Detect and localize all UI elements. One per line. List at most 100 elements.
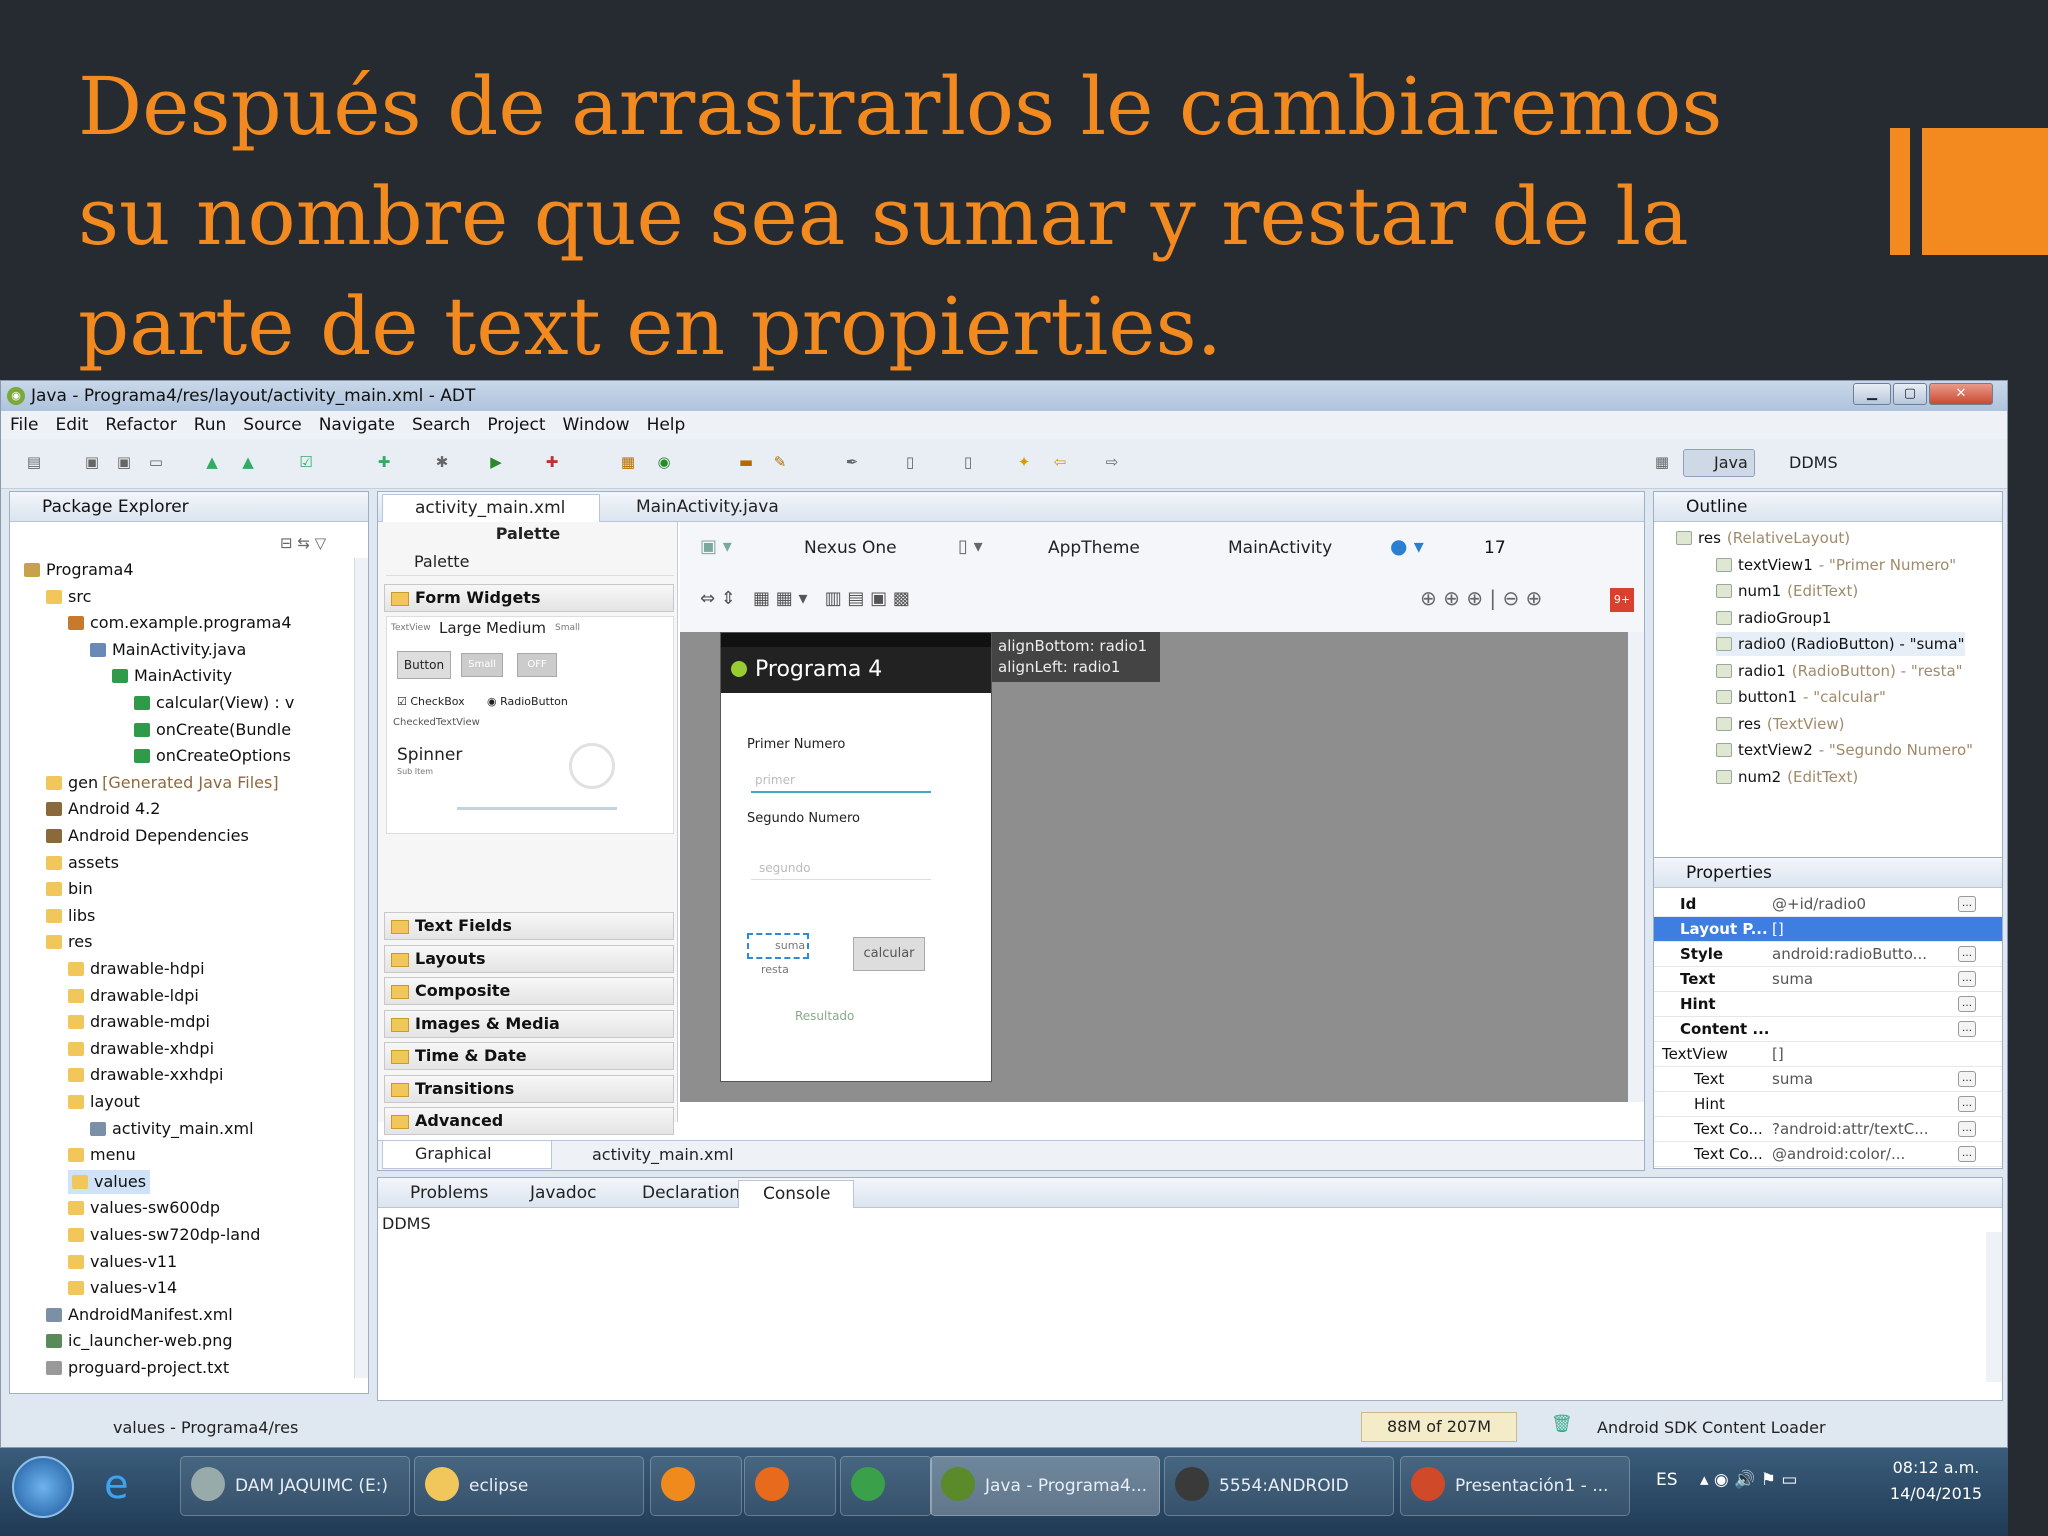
tree-scrollbar[interactable] — [354, 558, 368, 1378]
property-row[interactable]: Text Co... ?android:attr/textC...… — [1654, 1117, 2002, 1142]
package-explorer-tab[interactable]: Package Explorer — [10, 492, 368, 522]
property-edit-icon[interactable]: … — [1958, 946, 1976, 962]
property-row[interactable]: Id @+id/radio0… — [1654, 892, 2002, 917]
taskbar-item[interactable] — [840, 1456, 932, 1516]
taskbar-item[interactable]: Presentación1 - ... — [1400, 1456, 1630, 1516]
property-edit-icon[interactable]: … — [1958, 1021, 1976, 1037]
external-tools-icon[interactable]: ✚ — [541, 451, 563, 473]
palette-category[interactable]: Text Fields — [384, 912, 674, 940]
tree-item[interactable]: bin — [46, 877, 93, 901]
tree-item[interactable]: values-v14 — [68, 1276, 177, 1300]
run-icon[interactable]: ▶ — [485, 451, 507, 473]
print-icon[interactable]: ▭ — [145, 451, 167, 473]
outline-item[interactable]: textView1- "Primer Numero" — [1716, 553, 1956, 577]
device-selector[interactable]: Nexus One — [780, 538, 897, 558]
widget-radiobutton[interactable]: ◉ RadioButton — [487, 695, 568, 708]
menu-edit[interactable]: Edit — [46, 411, 96, 435]
property-row[interactable]: Text Co... @android:color/...… — [1654, 1142, 2002, 1167]
internet-explorer-icon[interactable]: e — [104, 1462, 129, 1508]
tab-xml-source[interactable]: activity_main.xml — [564, 1145, 734, 1164]
taskbar-item[interactable] — [744, 1456, 836, 1516]
api-level-selector[interactable]: 17 — [1456, 538, 1506, 558]
taskbar-item[interactable]: eclipse — [414, 1456, 644, 1516]
outline-item[interactable]: res (TextView) — [1716, 712, 1845, 736]
collapse-all-icon[interactable]: ⊟ ⇆ ▽ — [280, 534, 326, 552]
palette-category[interactable]: Layouts — [384, 944, 674, 973]
widget-button[interactable]: Button — [397, 651, 451, 679]
maximize-button[interactable]: ▢ — [1893, 383, 1927, 405]
num1-hint[interactable]: primer — [755, 773, 795, 787]
heap-status[interactable]: 88M of 207M — [1361, 1412, 1517, 1442]
tree-item[interactable]: onCreate(Bundle — [134, 718, 291, 742]
zoom-icon[interactable]: ⊕ ⊕ ⊕ | ⊖ ⊕ — [1420, 586, 1542, 610]
taskbar-item[interactable]: Java - Programa4... — [930, 1456, 1160, 1516]
tree-item[interactable]: menu — [68, 1143, 136, 1167]
console-scrollbar[interactable] — [1986, 1232, 2002, 1382]
tree-item[interactable]: layout — [68, 1090, 140, 1114]
activity-selector[interactable]: MainActivity — [1202, 538, 1332, 558]
taskbar-item[interactable]: 5554:ANDROID — [1164, 1456, 1394, 1516]
menu-file[interactable]: File — [1, 411, 46, 435]
clock-time[interactable]: 08:12 a.m. — [1886, 1458, 1986, 1477]
taskbar-item[interactable]: DAM JAQUIMC (E:) — [180, 1456, 410, 1516]
widget-seekbar[interactable] — [457, 807, 617, 810]
tree-item[interactable]: onCreateOptions — [134, 744, 291, 768]
widget-small-button[interactable]: Small — [461, 653, 503, 677]
tree-item[interactable]: Programa4 — [24, 558, 134, 582]
theme-selector[interactable]: AppTheme — [1022, 538, 1140, 558]
tab-activity-main-xml[interactable]: activity_main.xml — [382, 494, 600, 522]
property-row[interactable]: Text suma… — [1654, 967, 2002, 992]
menu-help[interactable]: Help — [638, 411, 694, 435]
tree-item[interactable]: ic_launcher-web.png — [46, 1329, 233, 1353]
menu-window[interactable]: Window — [554, 411, 638, 435]
outline-item[interactable]: textView2- "Segundo Numero" — [1716, 738, 1973, 762]
tree-item[interactable]: values-sw600dp — [68, 1196, 220, 1220]
num2-hint[interactable]: segundo — [759, 861, 810, 875]
widget-checkbox[interactable]: ☑ CheckBox — [397, 695, 465, 708]
back-icon[interactable]: ⇦ — [1049, 451, 1071, 473]
start-button[interactable] — [12, 1456, 74, 1518]
tab-console[interactable]: Console — [738, 1180, 854, 1208]
open-perspective-icon[interactable]: ▦ — [1651, 451, 1673, 473]
property-edit-icon[interactable]: … — [1958, 1096, 1976, 1112]
language-indicator[interactable]: ES — [1656, 1470, 1678, 1490]
tree-item[interactable]: drawable-xhdpi — [68, 1037, 214, 1061]
tree-item[interactable]: src — [46, 585, 91, 609]
property-edit-icon[interactable]: … — [1958, 1146, 1976, 1162]
last-edit-icon[interactable]: ✦ — [1013, 451, 1035, 473]
new-java-class-icon[interactable]: ◉ — [653, 451, 675, 473]
tree-item[interactable]: MainActivity.java — [90, 638, 246, 662]
tree-item[interactable]: com.example.programa4 — [68, 611, 292, 635]
palette-label[interactable]: Palette — [386, 548, 674, 576]
calcular-button-preview[interactable]: calcular — [853, 937, 925, 971]
tab-declaration[interactable]: Declaration — [618, 1183, 740, 1203]
outline-item[interactable]: radioGroup1 — [1716, 606, 1831, 630]
tab-mainactivity-java[interactable]: MainActivity.java — [614, 497, 779, 517]
tree-item[interactable]: drawable-xxhdpi — [68, 1063, 223, 1087]
primer-numero-label[interactable]: Primer Numero — [747, 737, 845, 752]
outline-item[interactable]: radio0 (RadioButton) - "suma" — [1716, 632, 1965, 656]
tree-item[interactable]: MainActivity — [112, 664, 232, 688]
widget-large-medium[interactable]: Large Medium — [439, 619, 546, 637]
segundo-numero-label[interactable]: Segundo Numero — [747, 811, 860, 826]
canvas-scrollbar[interactable] — [1628, 632, 1644, 1102]
tree-item[interactable]: activity_main.xml — [90, 1117, 254, 1141]
property-row[interactable]: Hint… — [1654, 992, 2002, 1017]
menu-navigate[interactable]: Navigate — [310, 411, 403, 435]
property-row[interactable]: Style android:radioButto...… — [1654, 942, 2002, 967]
tab-graphical-layout[interactable]: Graphical Layout — [382, 1141, 552, 1169]
widget-progress-icon[interactable] — [569, 743, 615, 789]
palette-category[interactable]: Advanced — [384, 1107, 674, 1135]
new-android-project-icon[interactable]: ✚ — [373, 451, 395, 473]
locale-icon[interactable]: ● ▾ — [1390, 534, 1424, 558]
orientation-icon[interactable]: ▯ ▾ — [958, 536, 983, 557]
search-icon[interactable]: ✎ — [769, 451, 791, 473]
forward-icon[interactable]: ⇨ — [1101, 451, 1123, 473]
widget-toggle-button[interactable]: OFF — [517, 653, 557, 677]
palette-category[interactable]: Time & Date — [384, 1042, 674, 1070]
prev-annotation-icon[interactable]: ▯ — [957, 451, 979, 473]
open-type-icon[interactable]: ▬ — [735, 451, 757, 473]
save-all-icon[interactable]: ▣ — [113, 451, 135, 473]
radio1-preview[interactable]: resta — [761, 963, 789, 976]
properties-tab[interactable]: Properties — [1654, 858, 2002, 888]
